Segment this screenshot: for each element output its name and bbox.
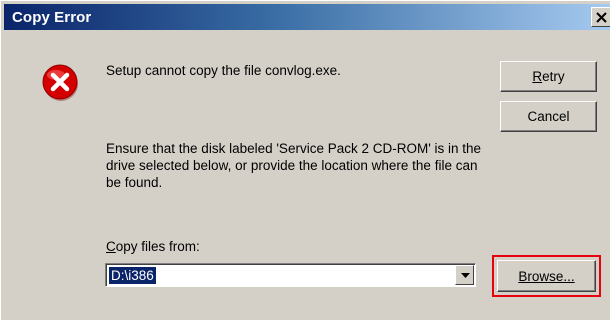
retry-label: etry bbox=[542, 69, 565, 84]
instructions-text: Ensure that the disk labeled 'Service Pa… bbox=[106, 141, 482, 190]
copy-from-label: Copy files from: bbox=[106, 238, 200, 255]
window-title: Copy Error bbox=[12, 9, 92, 26]
error-message: Setup cannot copy the file convlog.exe. bbox=[106, 63, 341, 78]
retry-accelerator: R bbox=[532, 69, 543, 84]
close-button[interactable] bbox=[591, 7, 610, 27]
copy-from-accelerator: C bbox=[106, 239, 116, 254]
cancel-button[interactable]: Cancel bbox=[500, 101, 597, 132]
copy-error-dialog: Copy Error Setup cannot copy the file co… bbox=[0, 0, 610, 320]
browse-label: Browse... bbox=[518, 268, 575, 284]
close-icon bbox=[596, 12, 607, 23]
copy-from-combobox[interactable]: D:\i386 bbox=[105, 263, 476, 287]
chevron-down-icon bbox=[461, 273, 470, 278]
browse-button[interactable]: Browse... bbox=[497, 260, 596, 292]
copy-from-value[interactable]: D:\i386 bbox=[109, 267, 156, 284]
cancel-label: Cancel bbox=[527, 109, 570, 124]
title-bar[interactable]: Copy Error bbox=[4, 4, 610, 30]
combobox-dropdown-button[interactable] bbox=[455, 265, 474, 285]
retry-button[interactable]: Retry bbox=[500, 61, 597, 92]
error-icon bbox=[42, 64, 78, 101]
copy-from-label-text: opy files from: bbox=[115, 239, 200, 254]
